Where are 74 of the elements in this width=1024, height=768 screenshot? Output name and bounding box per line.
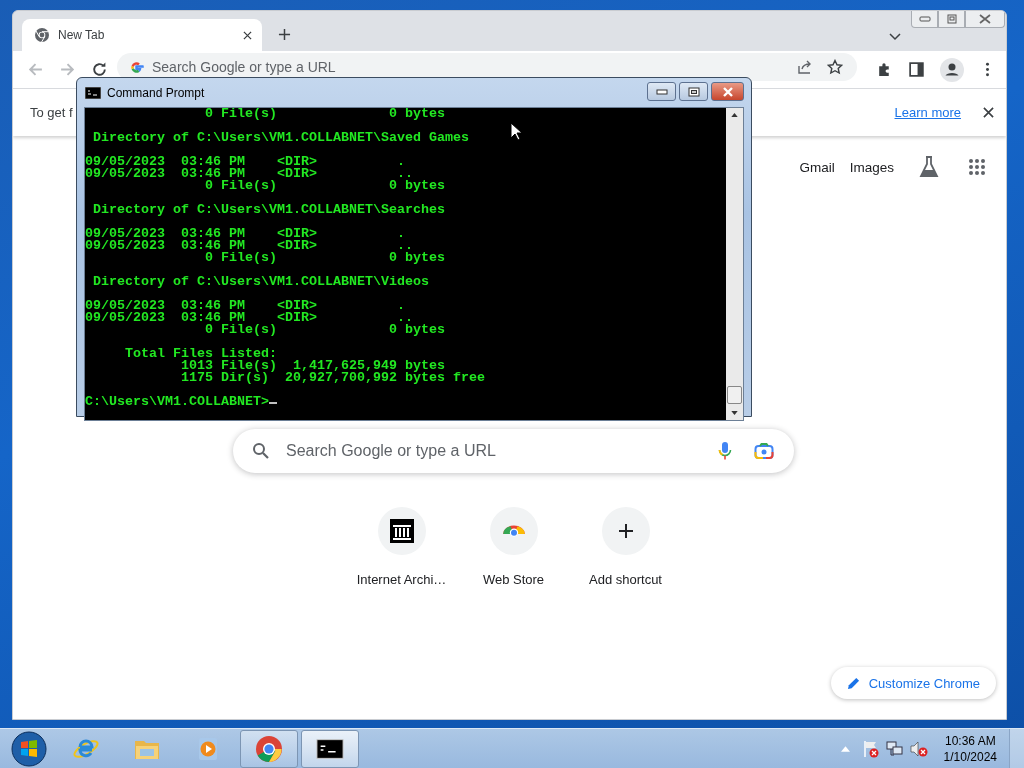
maximize-icon (946, 13, 957, 24)
volume-muted-icon[interactable] (909, 739, 928, 758)
console-line: Directory of C:\Users\VM1.COLLABNET\Videos (92, 276, 429, 288)
flask-icon[interactable] (919, 156, 939, 178)
console-line: 09/05/2023 03:46 PM <DIR> . (85, 156, 405, 168)
console-line: Directory of C:\Users\VM1.COLLABNET\Searches (92, 204, 445, 216)
minimize-icon (655, 88, 668, 95)
close-button[interactable] (965, 11, 1005, 28)
side-panel-icon[interactable] (908, 61, 925, 78)
text-cursor (269, 402, 277, 404)
console-line: 09/05/2023 03:46 PM <DIR> . (85, 228, 405, 240)
google-g-icon (129, 59, 144, 75)
browser-tab[interactable]: New Tab (22, 19, 262, 51)
maximize-icon (687, 86, 700, 97)
console-line: C:\Users\VM1.COLLABNET> (85, 396, 269, 408)
scrollbar[interactable] (726, 108, 743, 420)
console-line: 09/05/2023 03:46 PM <DIR> .. (85, 168, 413, 180)
apps-grid-icon[interactable] (968, 158, 986, 176)
scroll-up-icon[interactable] (731, 113, 738, 117)
customize-chrome-button[interactable]: Customize Chrome (830, 667, 996, 699)
close-icon (721, 86, 734, 97)
clock-time: 10:36 AM (944, 732, 996, 749)
clock-date: 1/10/2024 (943, 748, 997, 765)
close-icon (979, 13, 991, 24)
clock[interactable]: 10:36 AM 1/10/2024 (943, 732, 997, 765)
console-line: 09/05/2023 03:46 PM <DIR> . (85, 300, 405, 312)
scroll-thumb[interactable] (727, 386, 742, 404)
console-line: Total Files Listed: (124, 348, 277, 360)
learn-more-link[interactable]: Learn more (894, 105, 961, 120)
console-line: 1013 File(s) 1,417,625,949 bytes (179, 360, 445, 372)
microphone-icon[interactable] (718, 441, 732, 461)
shortcut-tile[interactable]: Internet Archi… (345, 507, 458, 587)
console-line: 0 File(s) 0 bytes (203, 324, 445, 336)
search-icon (252, 442, 270, 460)
shortcut-tile[interactable]: Web Store (457, 507, 570, 587)
console-line: 0 File(s) 0 bytes (203, 108, 445, 120)
camera-icon[interactable] (754, 442, 774, 460)
window-title: Command Prompt (107, 85, 206, 100)
console-line: 09/05/2023 03:46 PM <DIR> .. (85, 240, 413, 252)
infobar-message: To get f (30, 105, 73, 120)
search-field[interactable]: Search Google or type a URL (284, 441, 718, 461)
address-placeholder: Search Google or type a URL (152, 59, 337, 75)
start-orb-icon[interactable] (11, 730, 47, 767)
console-line: 0 File(s) 0 bytes (203, 180, 445, 192)
new-tab-icon[interactable] (278, 28, 291, 41)
chrome-logo-icon (255, 734, 283, 763)
console-line: Directory of C:\Users\VM1.COLLABNET\Saved Games (92, 132, 469, 144)
network-icon[interactable] (885, 739, 904, 758)
header-link[interactable]: Gmail (799, 159, 835, 175)
mouse-pointer-icon (510, 122, 522, 141)
shortcut-tile[interactable]: Add shortcut (569, 507, 682, 587)
profile-avatar-icon[interactable] (940, 57, 964, 82)
header-link[interactable]: Images (849, 159, 894, 175)
close-icon[interactable] (243, 30, 252, 40)
reload-icon[interactable] (91, 61, 108, 78)
console-line: 09/05/2023 03:46 PM <DIR> .. (85, 312, 413, 324)
scroll-down-icon[interactable] (731, 411, 738, 415)
share-icon[interactable] (797, 59, 813, 75)
chrome-logo-icon (34, 27, 50, 43)
console-line: 0 File(s) 0 bytes (203, 252, 445, 264)
building-columns-icon (389, 519, 414, 543)
web-store-icon (502, 525, 525, 537)
close-button[interactable] (711, 82, 744, 101)
pencil-icon (846, 676, 860, 690)
star-icon[interactable] (827, 59, 843, 75)
minimize-button[interactable] (647, 82, 676, 101)
maximize-button[interactable] (679, 82, 708, 101)
flag-error-icon[interactable] (861, 739, 880, 758)
minimize-icon (918, 15, 931, 22)
console-icon (85, 86, 101, 99)
close-icon[interactable] (983, 107, 994, 118)
chevron-down-icon[interactable] (889, 33, 901, 41)
console-line: 1175 Dir(s) 20,927,700,992 bytes free (179, 372, 485, 384)
taskbar-button[interactable] (301, 729, 359, 768)
